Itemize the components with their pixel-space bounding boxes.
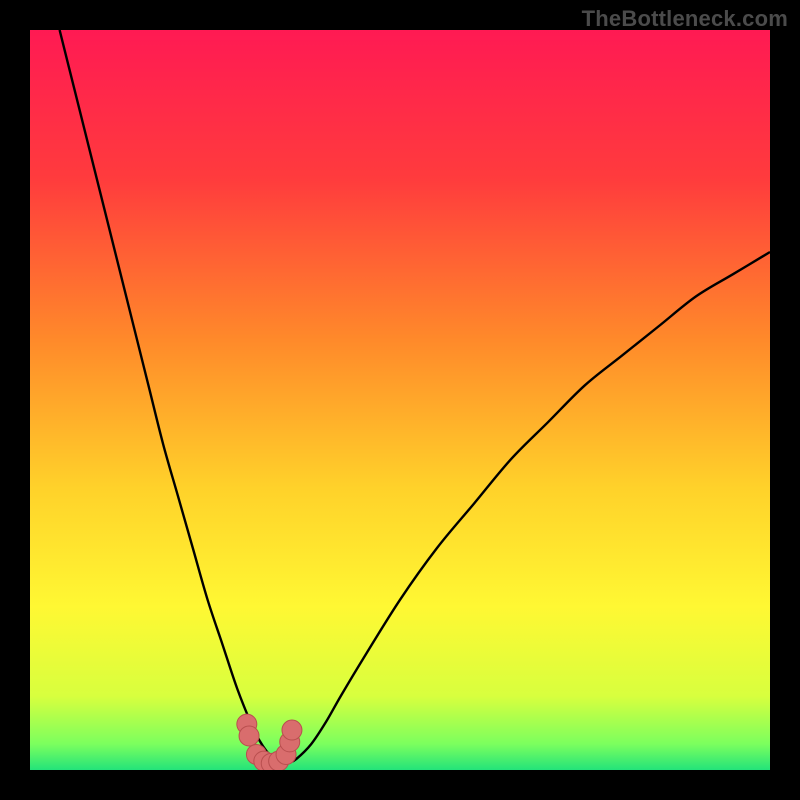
chart-frame: TheBottleneck.com bbox=[0, 0, 800, 800]
chart-svg bbox=[30, 30, 770, 770]
watermark-text: TheBottleneck.com bbox=[582, 6, 788, 32]
valley-marker bbox=[239, 726, 259, 746]
gradient-background bbox=[30, 30, 770, 770]
plot-area bbox=[30, 30, 770, 770]
valley-marker bbox=[282, 720, 302, 740]
